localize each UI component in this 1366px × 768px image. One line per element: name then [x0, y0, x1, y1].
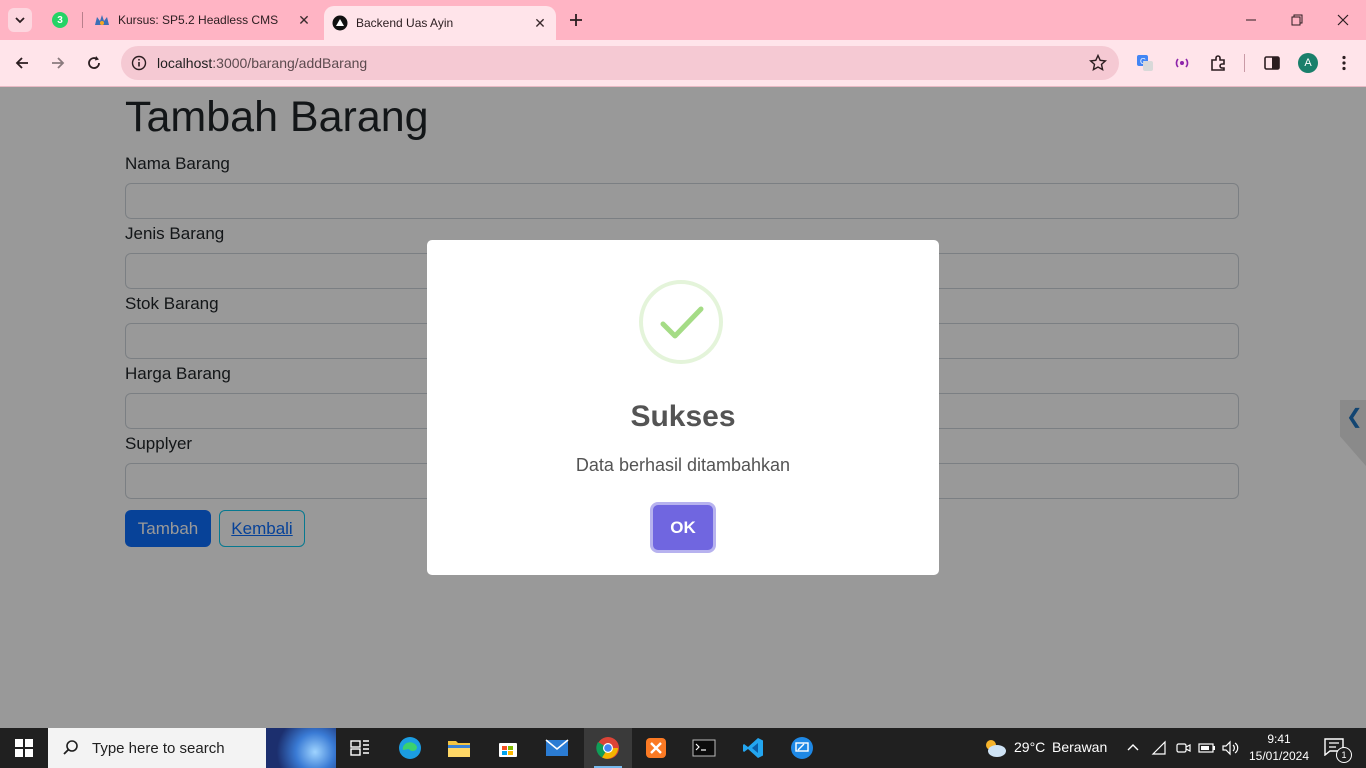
clock-time: 9:41 — [1267, 732, 1291, 746]
close-window-button[interactable] — [1320, 0, 1366, 40]
edge-app[interactable] — [386, 728, 434, 768]
dialog-title: Sukses — [630, 400, 736, 433]
show-hidden-icons-button[interactable] — [1126, 740, 1140, 759]
chevron-down-icon — [15, 17, 25, 24]
remote-app[interactable] — [778, 728, 826, 768]
vscode-icon — [743, 738, 763, 758]
mail-app[interactable] — [533, 728, 581, 768]
tab-separator — [82, 12, 83, 28]
meet-now-icon[interactable] — [1175, 740, 1191, 761]
minimize-icon — [1246, 19, 1256, 21]
moodle-favicon-icon — [94, 12, 110, 28]
forward-button[interactable] — [44, 49, 72, 77]
tab-search-button[interactable] — [8, 8, 32, 32]
arrow-right-icon — [52, 57, 65, 69]
task-view-icon — [350, 740, 369, 756]
vscode-app[interactable] — [729, 728, 777, 768]
success-dialog: Sukses Data berhasil ditambahkan OK — [427, 240, 939, 575]
mail-icon — [545, 739, 569, 756]
tab-strip: 3 Kursus: SP5.2 Headless CMS ✕ Backend U… — [0, 0, 1366, 40]
success-check-icon — [639, 280, 723, 364]
weather-description: Berawan — [1052, 739, 1108, 755]
url-path: :3000/barang/addBarang — [212, 55, 368, 71]
reload-button[interactable] — [80, 49, 108, 77]
windows-taskbar: Type here to search 29°C Berawan 9:41 15… — [0, 728, 1366, 768]
chrome-icon — [596, 737, 619, 759]
search-placeholder: Type here to search — [92, 739, 225, 757]
search-icon — [63, 740, 78, 755]
notification-count-badge: 1 — [1336, 747, 1352, 763]
xampp-icon — [646, 738, 666, 758]
profile-avatar[interactable]: A — [1296, 51, 1320, 75]
search-highlight-image — [266, 728, 336, 768]
file-explorer-app[interactable] — [435, 728, 483, 768]
system-clock[interactable]: 9:41 15/01/2024 — [1240, 731, 1318, 765]
close-tab-icon[interactable]: ✕ — [294, 10, 314, 30]
terminal-app[interactable] — [680, 728, 728, 768]
weather-temp: 29°C — [1014, 739, 1046, 755]
dialog-message: Data berhasil ditambahkan — [575, 455, 791, 475]
ok-button[interactable]: OK — [653, 505, 713, 550]
avatar: A — [1298, 53, 1318, 73]
command-prompt-icon — [692, 739, 716, 757]
close-icon — [1337, 14, 1349, 26]
toolbar-separator — [1244, 54, 1245, 72]
store-icon — [499, 743, 517, 757]
close-tab-icon[interactable]: ✕ — [530, 13, 550, 33]
pinned-tab-whatsapp[interactable]: 3 — [46, 8, 74, 32]
url-text: localhost:3000/barang/addBarang — [157, 55, 367, 71]
tab-title: Backend Uas Ayin — [356, 16, 454, 30]
notifications-button[interactable]: 1 — [1324, 738, 1352, 763]
side-panel-icon[interactable] — [1260, 51, 1284, 75]
battery-icon[interactable] — [1198, 740, 1216, 761]
windows-logo-icon — [15, 739, 33, 757]
weather-cloud-icon[interactable] — [982, 736, 1008, 760]
browser-toolbar: localhost:3000/barang/addBarang G A — [0, 40, 1366, 87]
clock-date: 15/01/2024 — [1248, 749, 1310, 763]
chrome-app[interactable] — [584, 728, 632, 768]
media-extension-icon[interactable] — [1170, 51, 1194, 75]
edge-icon — [399, 737, 421, 759]
volume-icon[interactable] — [1221, 740, 1239, 761]
remote-desktop-icon — [791, 737, 813, 759]
tab-backend-uas[interactable]: Backend Uas Ayin ✕ — [324, 6, 556, 40]
url-host: localhost — [157, 55, 213, 71]
google-translate-icon[interactable]: G — [1133, 51, 1157, 75]
extensions-puzzle-icon[interactable] — [1206, 51, 1230, 75]
task-view-button[interactable] — [336, 728, 384, 768]
reload-icon — [88, 56, 100, 69]
address-bar[interactable]: localhost:3000/barang/addBarang — [121, 46, 1119, 80]
tab-kursus[interactable]: Kursus: SP5.2 Headless CMS ✕ — [86, 0, 320, 40]
whatsapp-icon: 3 — [52, 12, 68, 28]
pinned-tab-badge: 3 — [57, 14, 63, 26]
network-icon[interactable] — [1151, 740, 1167, 761]
xampp-app[interactable] — [632, 728, 680, 768]
restore-button[interactable] — [1274, 0, 1320, 40]
browser-menu-icon[interactable] — [1332, 51, 1356, 75]
plus-icon — [570, 14, 582, 26]
tab-title: Kursus: SP5.2 Headless CMS — [118, 13, 279, 27]
folder-icon — [448, 741, 470, 757]
microsoft-store-app[interactable] — [484, 728, 532, 768]
chevron-up-icon — [1127, 744, 1139, 751]
site-info-icon[interactable] — [131, 55, 147, 71]
taskbar-search-box[interactable]: Type here to search — [48, 728, 336, 768]
bookmark-star-icon[interactable] — [1089, 54, 1107, 72]
arrow-left-icon — [15, 57, 28, 69]
minimize-button[interactable] — [1228, 0, 1274, 40]
restore-icon — [1291, 14, 1303, 26]
back-button[interactable] — [8, 49, 36, 77]
start-button[interactable] — [0, 728, 48, 768]
vercel-favicon-icon — [332, 15, 348, 31]
new-tab-button[interactable] — [564, 8, 588, 32]
